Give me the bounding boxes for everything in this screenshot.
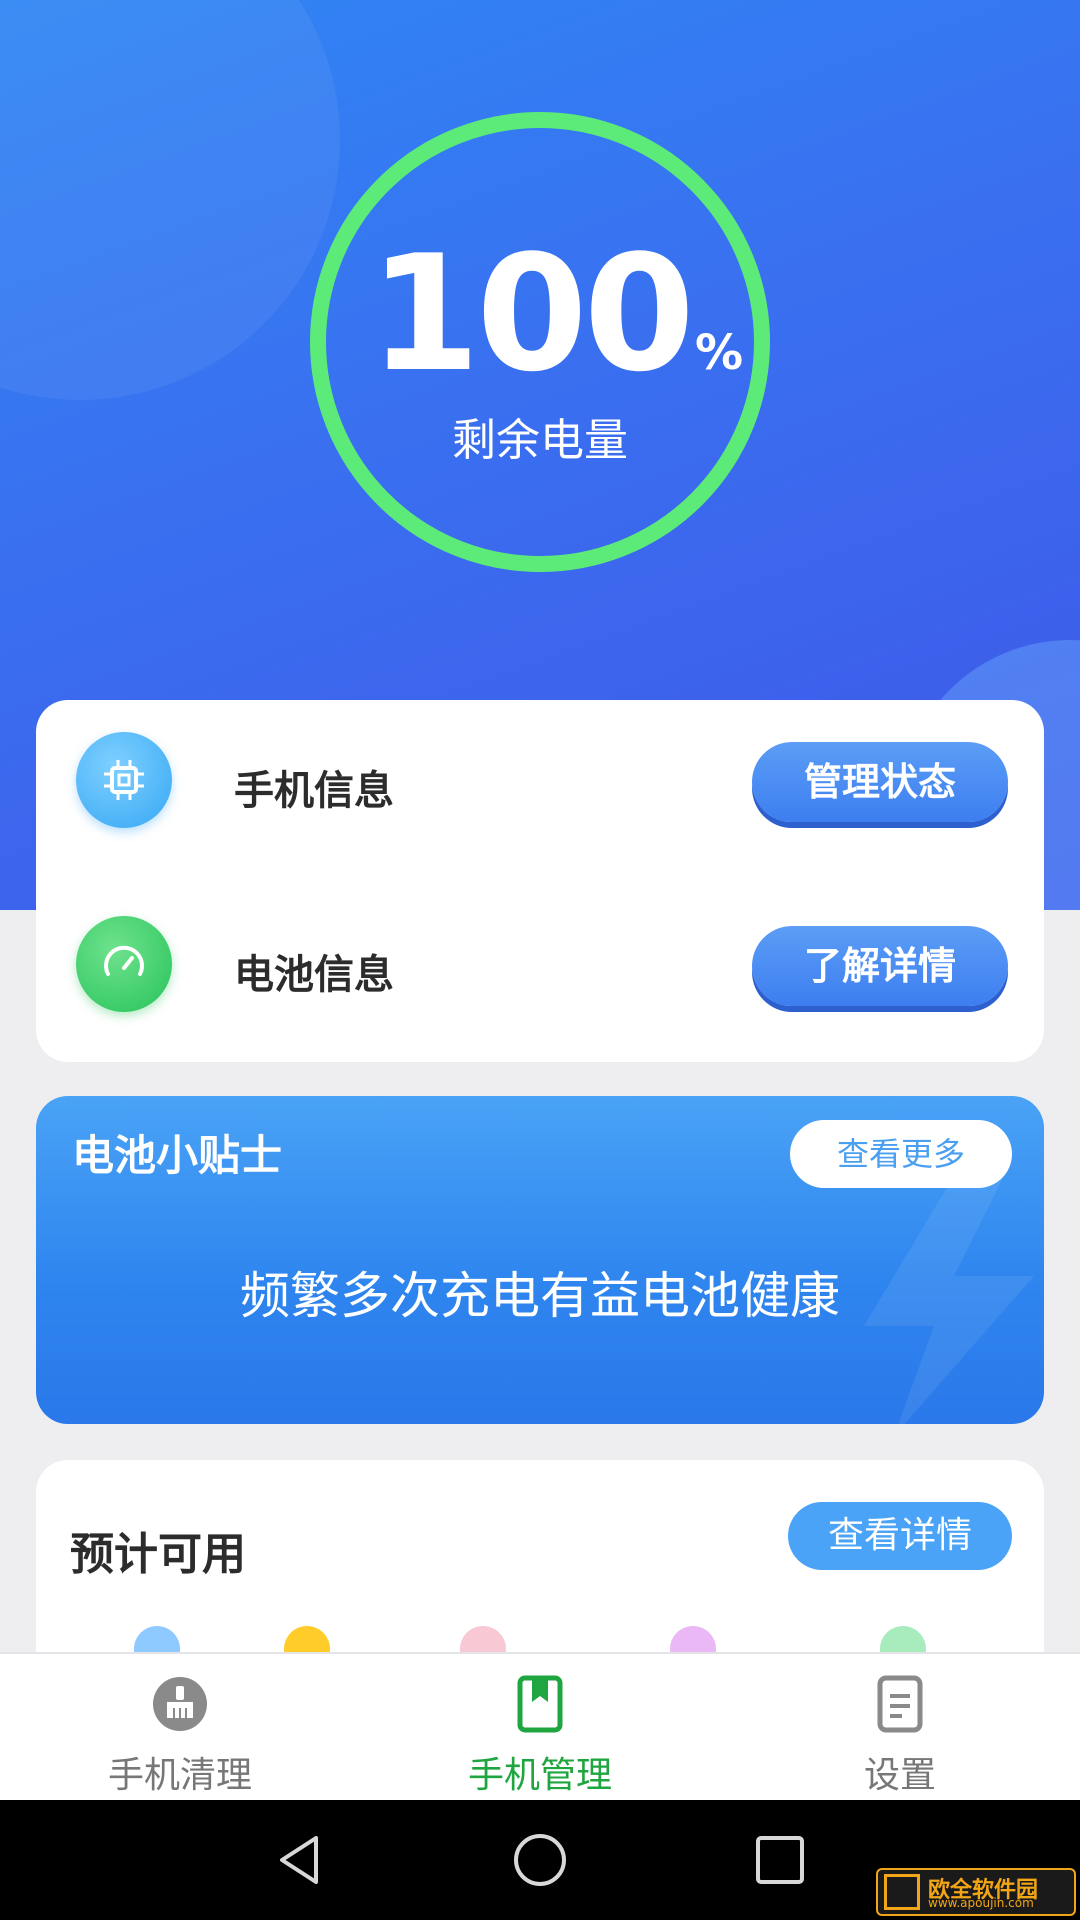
watermark: 欧全软件园 www.apoujin.com	[876, 1868, 1076, 1916]
battery-ring: 100% 剩余电量	[310, 112, 770, 572]
watermark-logo-icon	[884, 1874, 920, 1910]
settings-doc-icon	[877, 1675, 923, 1733]
manage-status-button[interactable]: 管理状态	[752, 742, 1008, 822]
phone-info-row: 手机信息 管理状态	[36, 720, 1044, 840]
watermark-url: www.apoujin.com	[928, 1896, 1034, 1910]
tips-title: 电池小贴士	[72, 1131, 283, 1180]
view-more-button[interactable]: 查看更多	[790, 1120, 1012, 1188]
chip-icon	[76, 732, 172, 828]
tips-text: 频繁多次充电有益电池健康	[240, 1267, 840, 1325]
phone-info-title: 手机信息	[234, 768, 394, 814]
battery-tips-card: 电池小贴士 查看更多 频繁多次充电有益电池健康	[36, 1096, 1044, 1424]
view-details-button[interactable]: 查看详情	[788, 1502, 1012, 1570]
phone-manage-icon	[517, 1675, 563, 1733]
back-icon[interactable]	[270, 1830, 330, 1890]
bottom-tab-bar: 手机清理 手机管理 设置	[0, 1652, 1080, 1802]
broom-icon	[153, 1677, 207, 1731]
tab-label: 设置	[863, 1755, 936, 1796]
tab-label: 手机清理	[107, 1755, 252, 1796]
battery-info-title: 电池信息	[234, 952, 394, 998]
battery-percent: 100%	[326, 234, 786, 394]
learn-details-button[interactable]: 了解详情	[752, 926, 1008, 1006]
home-icon[interactable]	[510, 1830, 570, 1890]
tab-label: 手机管理	[467, 1755, 612, 1796]
gauge-icon	[76, 916, 172, 1012]
tab-phone-clean[interactable]: 手机清理	[0, 1654, 360, 1802]
tab-phone-manage[interactable]: 手机管理	[360, 1654, 720, 1802]
battery-remaining-label: 剩余电量	[452, 415, 628, 466]
info-card: 手机信息 管理状态 电池信息 了解详情	[36, 700, 1044, 1062]
usage-title: 预计可用	[70, 1529, 246, 1580]
recents-icon[interactable]	[750, 1830, 810, 1890]
hero-decoration	[0, 0, 340, 400]
battery-percent-value: 100	[368, 220, 695, 407]
battery-info-row: 电池信息 了解详情	[36, 904, 1044, 1024]
tab-settings[interactable]: 设置	[720, 1654, 1080, 1802]
battery-percent-sign: %	[694, 325, 744, 381]
